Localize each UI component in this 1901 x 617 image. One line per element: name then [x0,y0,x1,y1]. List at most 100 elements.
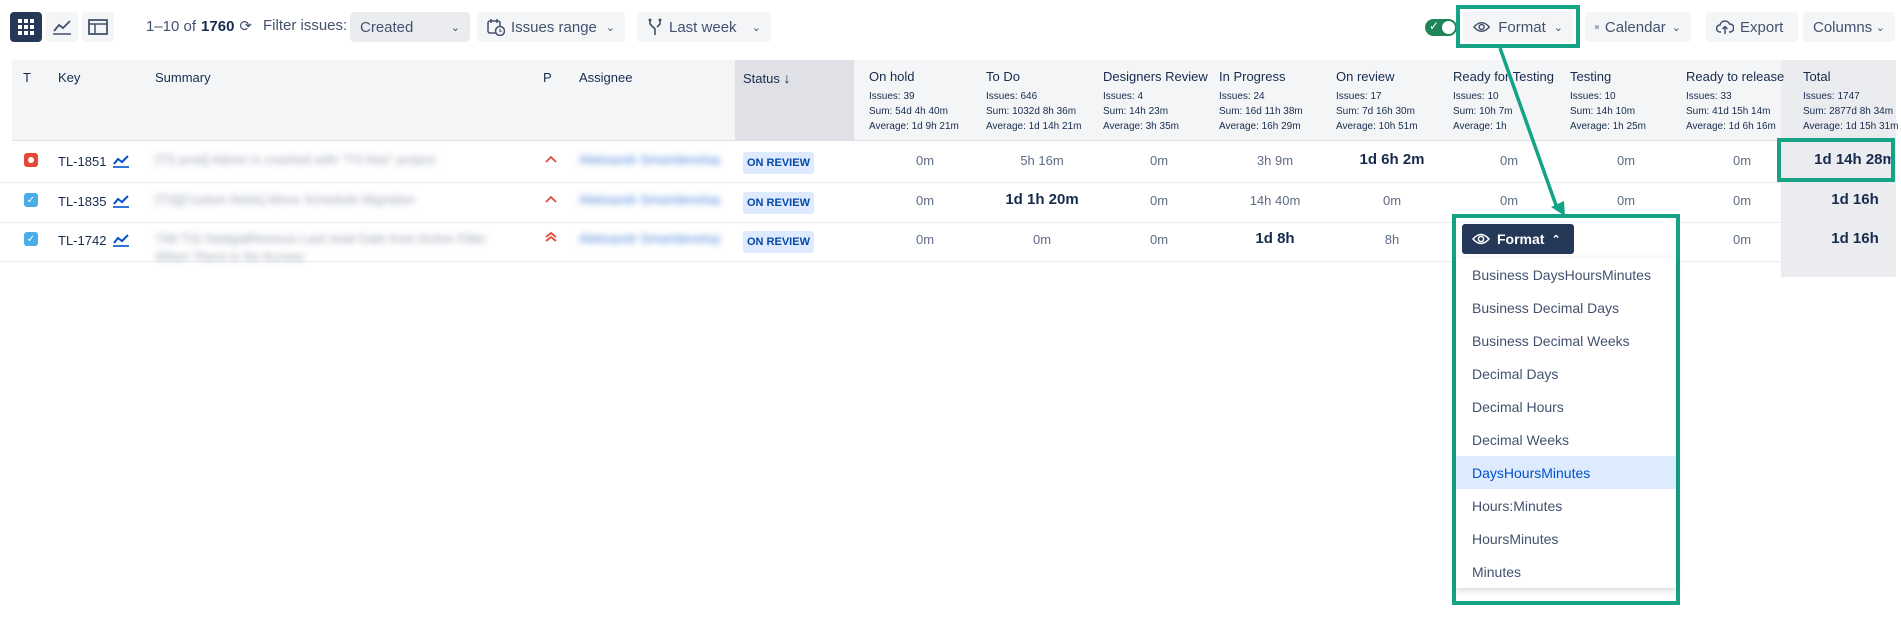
chevron-down-icon: ⌄ [605,21,615,34]
pager-total: 1760 [201,17,235,35]
issues-range-select[interactable]: Issues range ⌄ [477,12,625,42]
stat-issues-count: Issues: 1747 [1803,91,1860,102]
stat-average: Average: 3h 35m [1103,121,1179,132]
stat-column-title: Testing [1570,69,1612,84]
calendar-icon [1595,25,1599,29]
stat-sum: Sum: 16d 11h 38m [1219,106,1303,117]
format-option[interactable]: HoursMinutes [1456,522,1676,555]
stat-column-header[interactable]: In Progress Issues: 24 Sum: 16d 11h 38m Ave… [1219,69,1331,134]
stat-sum: Sum: 14h 10m [1570,106,1636,117]
stat-column-header[interactable]: Testing Issues: 10 Sum: 14h 10m Average: 1h… [1570,69,1682,134]
column-header-summary[interactable]: Summary [155,70,211,85]
column-header-status[interactable]: Status ↓ [743,70,790,86]
filter-created-select[interactable]: Created ⌄ [350,12,470,42]
export-button[interactable]: Export [1706,12,1798,42]
status-badge[interactable]: ON REVIEW [743,192,814,214]
format-option[interactable]: Business DaysHoursMinutes [1456,258,1676,291]
time-in-status-cell: 0m [1149,232,1169,247]
columns-select[interactable]: Columns ⌄ [1803,12,1895,42]
export-label: Export [1740,18,1784,36]
assignee-link[interactable]: Aleksandr Smartdevelop [579,152,721,167]
format-option[interactable]: DaysHoursMinutes [1456,456,1676,489]
issue-key-link[interactable]: TL-1851 [58,154,106,169]
period-label: Last week [669,18,737,36]
table-row[interactable]: TL-1851 [TS prod] Admin is crashed with "… [0,143,1896,183]
time-in-status-cell: 8h [1384,232,1400,247]
layout-view-button[interactable] [82,12,114,42]
stat-sum: Sum: 1032d 8h 36m [986,106,1077,117]
column-header-key[interactable]: Key [58,70,80,85]
trend-chart-icon[interactable] [112,193,130,213]
stat-column-title: In Progress [1219,69,1286,84]
stat-issues-count: Issues: 10 [1453,91,1499,102]
status-header-label: Status [743,71,780,86]
format-option[interactable]: Business Decimal Days [1456,291,1676,324]
stat-column-title: Total [1803,69,1831,84]
period-select[interactable]: Last week ⌄ [637,12,771,42]
stat-column-header[interactable]: On review Issues: 17 Sum: 7d 16h 30m Averag… [1336,69,1448,134]
calendar-select[interactable]: Calendar ⌄ [1585,12,1691,42]
time-in-status-cell: 5h 16m [1020,153,1064,168]
column-header-assignee[interactable]: Assignee [579,70,632,85]
issue-summary[interactable]: [TS prod] Admin is crashed with "TS list… [155,152,436,167]
stat-average: Average: 1d 15h 31m [1803,121,1899,132]
time-in-status-cell: 0m [1032,232,1052,247]
priority-high-icon [545,152,557,167]
format-dropdown-trigger[interactable]: Format ⌃ [1462,224,1574,254]
bug-type-icon [24,153,38,167]
format-option[interactable]: Minutes [1456,555,1676,588]
stat-column-header[interactable]: Total Issues: 1747 Sum: 2877d 8h 34m Averag… [1803,69,1901,134]
column-header-type[interactable]: T [23,70,31,85]
issue-summary[interactable]: TIM TIS StatigatRemove Last read Date fr… [155,231,486,246]
issue-key-link[interactable]: TL-1742 [58,233,106,248]
grid-icon [18,19,34,35]
column-header-priority[interactable]: P [543,70,552,85]
stat-column-header[interactable]: On hold Issues: 39 Sum: 54d 4h 40m Average:… [869,69,981,134]
grid-view-button[interactable] [10,12,42,42]
chevron-down-icon: ⌄ [751,21,761,34]
refresh-icon[interactable]: ⟳ [239,17,252,35]
time-in-status-cell: 1d 6h 2m [1359,151,1425,168]
stat-column-header[interactable]: Designers Review Issues: 4 Sum: 14h 23m Ave… [1103,69,1215,134]
filter-created-value: Created [360,18,414,36]
issue-summary-line2[interactable]: When There is No Access [155,249,304,264]
stat-column-header[interactable]: Ready for Testing Issues: 10 Sum: 10h 7m Av… [1453,69,1565,134]
stat-issues-count: Issues: 4 [1103,91,1144,102]
format-option[interactable]: Decimal Days [1456,357,1676,390]
pagination-info: 1–10 of 1760 ⟳ [146,17,252,36]
trend-chart-icon[interactable] [112,232,130,252]
stat-column-header[interactable]: Ready to release Issues: 33 Sum: 41d 15h 1… [1686,69,1798,134]
assignee-link[interactable]: Aleksandr Smartdevelop [579,231,721,246]
chevron-down-icon: ⌄ [450,21,460,34]
time-in-status-cell: 1d 8h [1255,230,1295,247]
stat-sum: Sum: 54d 4h 40m [869,106,948,117]
time-in-status-cell: 14h 40m [1249,193,1301,208]
format-option[interactable]: Decimal Hours [1456,390,1676,423]
status-badge[interactable]: ON REVIEW [743,152,814,174]
time-in-status-cell: 3h 9m [1256,153,1294,168]
trend-chart-icon[interactable] [112,153,130,173]
status-badge[interactable]: ON REVIEW [743,231,814,253]
feature-toggle[interactable]: ✓ [1425,19,1457,36]
check-icon: ✓ [1429,19,1440,33]
assignee-link[interactable]: Aleksandr Smartdevelop [579,192,721,207]
issue-summary[interactable]: [TS][Custom fields] Move Schedule Migrat… [155,192,415,207]
format-option[interactable]: Decimal Weeks [1456,423,1676,456]
stat-issues-count: Issues: 39 [869,91,915,102]
priority-high-icon [545,192,557,207]
time-in-status-cell: 0m [1499,193,1519,208]
time-in-status-cell: 0m [1616,153,1636,168]
issue-key-link[interactable]: TL-1835 [58,194,106,209]
time-in-status-cell: 0m [1616,193,1636,208]
stat-average: Average: 1d 9h 21m [869,121,959,132]
time-in-status-cell: 0m [1732,232,1752,247]
total-highlight-frame [1777,138,1895,182]
format-dropdown-frame: Format ⌃ Business DaysHoursMinutes Busine… [1452,214,1680,605]
stat-column-title: Ready to release [1686,69,1785,84]
stat-column-header[interactable]: To Do Issues: 646 Sum: 1032d 8h 36m Average… [986,69,1098,134]
format-option[interactable]: Business Decimal Weeks [1456,324,1676,357]
chart-view-button[interactable] [46,12,78,42]
format-option[interactable]: Hours:Minutes [1456,489,1676,522]
filter-issues-label: Filter issues: [263,17,348,34]
chevron-down-icon: ⌄ [1671,21,1681,34]
